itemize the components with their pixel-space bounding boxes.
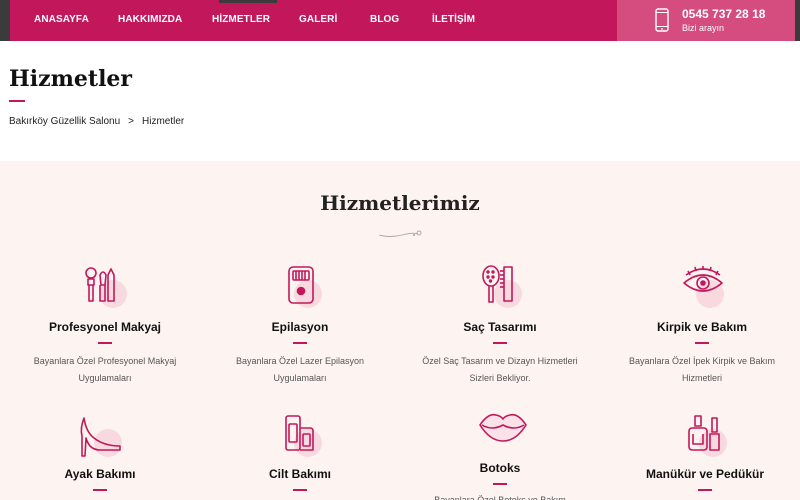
smartphone-icon — [655, 8, 669, 32]
service-icon-wrap — [683, 414, 733, 460]
epilator-icon — [288, 266, 314, 304]
service-icon-wrap — [78, 414, 128, 460]
service-icon-wrap — [83, 265, 133, 311]
breadcrumb-current: Hizmetler — [142, 116, 185, 127]
service-title[interactable]: Botoks — [400, 461, 600, 475]
service-underline — [493, 483, 507, 485]
breadcrumb-separator: > — [128, 116, 135, 127]
service-underline — [93, 489, 107, 491]
title-underline — [9, 100, 25, 102]
nav-item-blog[interactable]: BLOG — [370, 14, 399, 25]
hairbrush-comb-icon — [482, 265, 513, 303]
service-description: Bayanlara Özel Lazer Epilasyon Uygulamal… — [235, 356, 365, 383]
service-icon-wrap — [478, 409, 528, 455]
eye-lash-icon — [683, 266, 723, 292]
service-underline — [698, 489, 712, 491]
nav-item-hizmetler[interactable]: HİZMETLER — [212, 14, 270, 25]
nav-item-anasayfa[interactable]: ANASAYFA — [34, 14, 89, 25]
service-underline — [493, 342, 507, 344]
nail-polish-icon — [688, 415, 720, 451]
service-underline — [293, 342, 307, 344]
service-description: Özel Saç Tasarım ve Dizayn Hizmetleri Si… — [422, 356, 578, 383]
service-icon-wrap — [478, 265, 528, 311]
nav-item-iletisim[interactable]: İLETİŞİM — [432, 14, 475, 25]
nav-item-hakkimizda[interactable]: HAKKIMIZDA — [118, 14, 182, 25]
ornament-divider-icon — [378, 230, 422, 237]
service-underline — [293, 489, 307, 491]
service-underline — [695, 342, 709, 344]
service-title[interactable]: Epilasyon — [200, 320, 400, 334]
service-description: Bayanlara Özel İpek Kirpik ve Bakım Hizm… — [628, 356, 776, 383]
section-title: Hizmetlerimiz — [320, 191, 480, 215]
skincare-tubes-icon — [285, 415, 314, 451]
page-title: Hizmetler — [9, 66, 133, 92]
lips-icon — [479, 413, 527, 442]
phone-number[interactable]: 0545 737 28 18 — [682, 7, 765, 21]
service-title[interactable]: Cilt Bakımı — [200, 467, 400, 481]
nav-item-galeri[interactable]: GALERİ — [299, 14, 337, 25]
service-description: Bayanlara Özel Profesyonel Makyaj Uygula… — [33, 356, 177, 383]
high-heel-icon — [80, 417, 121, 457]
service-title[interactable]: Ayak Bakımı — [0, 467, 200, 481]
service-icon-wrap — [680, 265, 730, 311]
service-title[interactable]: Manükür ve Pedükür — [605, 467, 800, 481]
nav-active-indicator — [219, 0, 277, 3]
service-description: Bayanlara Özel Botoks ve Bakım — [434, 495, 566, 500]
service-underline — [98, 342, 112, 344]
top-bar: ANASAYFA HAKKIMIZDA HİZMETLER GALERİ BLO… — [0, 0, 800, 41]
makeup-brushes-icon — [85, 267, 115, 302]
service-icon-wrap — [278, 265, 328, 311]
service-title[interactable]: Kirpik ve Bakım — [602, 320, 800, 334]
main-nav: ANASAYFA HAKKIMIZDA HİZMETLER GALERİ BLO… — [10, 0, 617, 41]
service-title[interactable]: Profesyonel Makyaj — [5, 320, 205, 334]
phone-subtitle: Bizi arayın — [682, 23, 725, 33]
phone-contact[interactable]: 0545 737 28 18 Bizi arayın — [617, 0, 795, 41]
service-title[interactable]: Saç Tasarımı — [400, 320, 600, 334]
services-section: Hizmetlerimiz Profesyonel Makyaj Bayanla… — [0, 161, 800, 500]
breadcrumb-home[interactable]: Bakırköy Güzellik Salonu — [9, 116, 120, 127]
breadcrumb: Bakırköy Güzellik Salonu > Hizmetler — [9, 116, 184, 127]
service-icon-wrap — [278, 414, 328, 460]
